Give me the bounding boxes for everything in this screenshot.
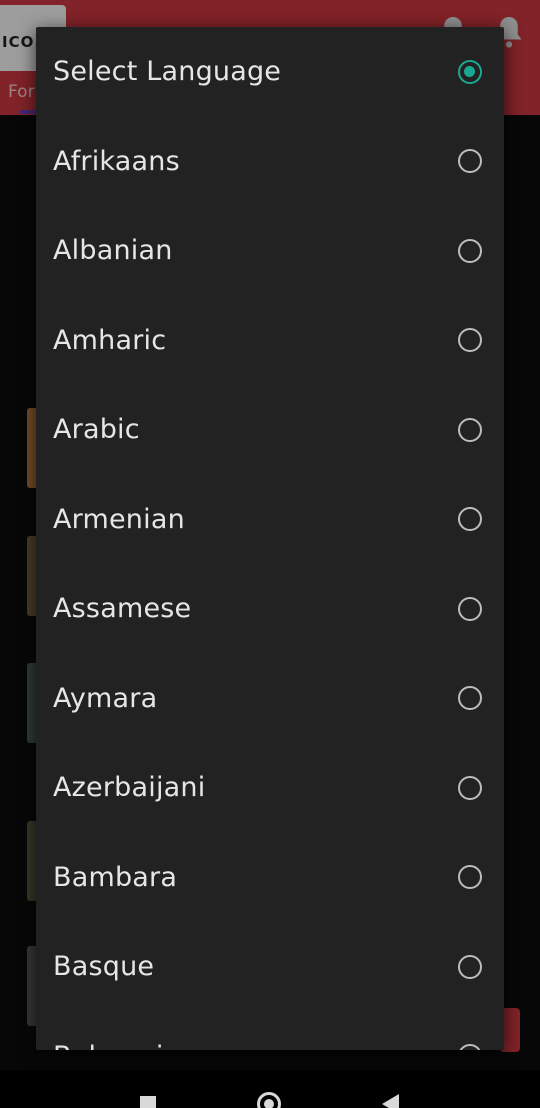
system-navigation-bar bbox=[0, 1070, 540, 1108]
radio-unchecked-icon[interactable] bbox=[458, 596, 482, 621]
language-option[interactable]: Basque bbox=[36, 922, 504, 1012]
language-option[interactable]: Armenian bbox=[36, 475, 504, 565]
recents-square-icon[interactable] bbox=[140, 1096, 156, 1108]
back-triangle-icon[interactable] bbox=[382, 1094, 399, 1108]
radio-checked-icon[interactable] bbox=[458, 59, 482, 84]
language-option-label: Amharic bbox=[53, 324, 167, 356]
language-option-label: Basque bbox=[53, 951, 155, 983]
radio-unchecked-icon[interactable] bbox=[458, 328, 482, 353]
radio-unchecked-icon[interactable] bbox=[458, 417, 482, 442]
radio-unchecked-icon[interactable] bbox=[458, 149, 482, 174]
language-option[interactable]: Afrikaans bbox=[36, 117, 504, 207]
language-option-label: Bambara bbox=[53, 861, 178, 893]
language-option[interactable]: Albanian bbox=[36, 206, 504, 296]
radio-unchecked-icon[interactable] bbox=[458, 775, 482, 800]
language-option-label: Assamese bbox=[53, 593, 192, 625]
radio-unchecked-icon[interactable] bbox=[458, 954, 482, 979]
radio-unchecked-icon[interactable] bbox=[458, 507, 482, 532]
language-option-label: Azerbaijani bbox=[53, 772, 206, 804]
radio-unchecked-icon[interactable] bbox=[458, 238, 482, 263]
language-option-label: Belarusian bbox=[53, 1041, 198, 1050]
language-option-label: Albanian bbox=[53, 235, 173, 267]
language-option[interactable]: Belarusian bbox=[36, 1012, 504, 1050]
language-option-label: Aymara bbox=[53, 682, 158, 714]
language-option[interactable]: Azerbaijani bbox=[36, 743, 504, 833]
radio-unchecked-icon[interactable] bbox=[458, 865, 482, 890]
language-option[interactable]: Select Language bbox=[36, 27, 504, 117]
language-option[interactable]: Arabic bbox=[36, 385, 504, 475]
radio-unchecked-icon[interactable] bbox=[458, 686, 482, 711]
app-root: ICO For Select Language Afrikaans Albani… bbox=[0, 0, 540, 1108]
language-option-label: Arabic bbox=[53, 414, 140, 446]
language-option[interactable]: Bambara bbox=[36, 833, 504, 923]
radio-unchecked-icon[interactable] bbox=[458, 1044, 482, 1050]
language-option-label: Select Language bbox=[53, 56, 282, 88]
language-option-label: Afrikaans bbox=[53, 145, 180, 177]
language-select-dialog: Select Language Afrikaans Albanian Amhar… bbox=[36, 27, 504, 1050]
language-option-label: Armenian bbox=[53, 503, 185, 535]
language-option[interactable]: Amharic bbox=[36, 296, 504, 386]
home-circle-icon[interactable] bbox=[257, 1092, 281, 1108]
language-option[interactable]: Aymara bbox=[36, 654, 504, 744]
language-option[interactable]: Assamese bbox=[36, 564, 504, 654]
